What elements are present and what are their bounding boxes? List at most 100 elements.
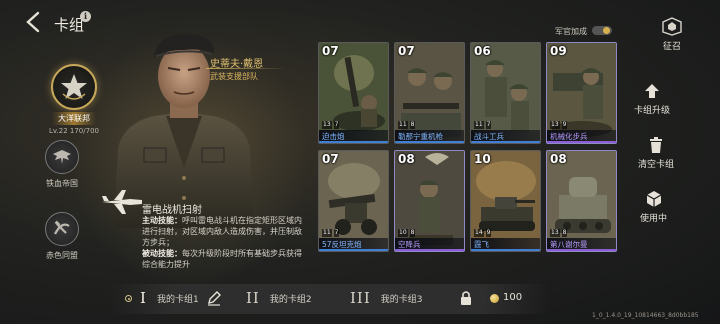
- card-rarity-bar: [319, 141, 388, 143]
- card-rarity-bar: [471, 141, 540, 143]
- card-stat-defense: 8: [561, 229, 568, 237]
- upgrade-arrow-icon: [645, 84, 659, 98]
- lock-icon[interactable]: [460, 290, 472, 306]
- card-stat-attack: 13: [550, 229, 560, 237]
- card-cost: 07: [322, 152, 339, 166]
- card-stat-defense: 7: [333, 229, 340, 237]
- commander-divider: [206, 68, 286, 69]
- card-stat-defense: 9: [485, 229, 492, 237]
- card-rarity-bar: [547, 249, 616, 251]
- faction-level: Lv.22 170/700: [49, 127, 99, 135]
- commander-unit: 武装支援部队: [210, 72, 258, 81]
- info-icon[interactable]: i: [80, 11, 91, 22]
- card-stat-attack: 13: [550, 121, 560, 129]
- card-stat-attack: 13: [322, 121, 332, 129]
- card-stats: 11 7: [474, 121, 492, 129]
- card-cost: 07: [322, 44, 339, 58]
- faction-name: 赤色同盟: [46, 251, 78, 260]
- back-arrow-icon[interactable]: [22, 10, 46, 34]
- hammer-emblem-icon: [45, 212, 79, 246]
- card-cost: 10: [474, 152, 491, 166]
- unit-card[interactable]: 06 11 7 战斗工兵: [470, 42, 541, 144]
- deck-tab-numeral: III: [350, 289, 371, 307]
- card-rarity-bar: [395, 141, 464, 143]
- officer-bonus-toggle[interactable]: [592, 26, 612, 35]
- card-cost: 08: [550, 152, 567, 166]
- card-stats: 14 9: [474, 229, 492, 237]
- card-grid: 07 13 7 迫击炮 07 11 8 勒那宁重机枪 06 11 7 战斗工兵 …: [312, 36, 620, 256]
- faction-iron-empire[interactable]: 铁血帝国: [42, 140, 82, 190]
- unit-card[interactable]: 09 13 9 机械化步兵: [546, 42, 617, 144]
- officer-bonus-label: 军官加成: [555, 27, 587, 36]
- card-stats: 11 7: [322, 229, 340, 237]
- card-cost: 06: [474, 44, 491, 58]
- eagle-emblem-icon: [45, 140, 79, 174]
- clear-deck-label: 清空卡组: [638, 160, 675, 170]
- card-stat-defense: 8: [409, 229, 416, 237]
- in-use-label: 使用中: [640, 214, 668, 224]
- deck-tab-numeral: I: [140, 289, 147, 307]
- deck-tab-1[interactable]: I 我的卡组1: [140, 287, 199, 309]
- summon-label: 征召: [662, 42, 681, 52]
- card-stat-attack: 11: [322, 229, 332, 237]
- unit-card[interactable]: 07 13 7 迫击炮: [318, 42, 389, 144]
- card-rarity-bar: [395, 249, 464, 251]
- unit-card[interactable]: 08 10 8 空降兵: [394, 150, 465, 252]
- faction-level-value: Lv.22: [49, 127, 68, 135]
- deck-upgrade-label: 卡组升级: [634, 106, 671, 116]
- deck-upgrade-button[interactable]: 卡组升级: [634, 82, 670, 116]
- star-emblem-icon: [51, 64, 97, 110]
- trash-icon: [650, 137, 662, 153]
- selected-bullet-icon: [125, 295, 132, 302]
- unlock-cost: 100: [503, 292, 523, 303]
- unit-card[interactable]: 07 11 8 勒那宁重机枪: [394, 42, 465, 144]
- faction-name: 铁血帝国: [46, 179, 78, 188]
- card-rarity-bar: [547, 141, 616, 143]
- skill-name: 雷电战机扫射: [142, 205, 202, 216]
- faction-xp-progress: 170/700: [69, 127, 99, 135]
- card-cost: 08: [398, 152, 415, 166]
- deck-tab-numeral: II: [246, 289, 260, 307]
- card-stat-attack: 14: [474, 229, 484, 237]
- cube-icon: [646, 191, 661, 207]
- deck-tab-3[interactable]: III 我的卡组3: [350, 287, 423, 309]
- deck-tab-2[interactable]: II 我的卡组2: [246, 287, 312, 309]
- rename-pencil-icon[interactable]: [206, 290, 222, 306]
- card-stat-defense: 7: [485, 121, 492, 129]
- card-cost: 09: [550, 44, 567, 58]
- main-skill-label: 主动技能：: [142, 216, 182, 225]
- card-stat-attack: 11: [398, 121, 408, 129]
- deck-tab-label: 我的卡组3: [380, 294, 423, 305]
- card-rarity-bar: [319, 249, 388, 251]
- card-stat-defense: 8: [409, 121, 416, 129]
- faction-allied[interactable]: 大洋联邦 Lv.22 170/700: [44, 64, 104, 135]
- card-stats: 10 8: [398, 229, 416, 237]
- card-stats: 13 8: [550, 229, 568, 237]
- card-stat-defense: 7: [333, 121, 340, 129]
- summon-icon: [662, 17, 682, 36]
- card-cost: 07: [398, 44, 415, 58]
- fighter-plane-icon: [102, 190, 142, 214]
- deck-tab-label: 我的卡组1: [156, 294, 199, 305]
- faction-red-alliance[interactable]: 赤色同盟: [42, 212, 82, 262]
- summon-button[interactable]: 征召: [661, 16, 683, 52]
- card-stats: 13 9: [550, 121, 568, 129]
- skill-description: 主动技能：呼叫雷电战斗机在指定矩形区域内进行扫射，对区域内敌人造成伤害，并压制敌…: [142, 215, 302, 270]
- passive-skill-label: 被动技能：: [142, 249, 182, 258]
- faction-name: 大洋联邦: [52, 112, 96, 125]
- unit-card[interactable]: 08 13 8 第八谢尔曼: [546, 150, 617, 252]
- card-stat-defense: 9: [561, 121, 568, 129]
- version-string: 1_0_1.4.0_19_10814663_8d0bb185: [592, 312, 699, 319]
- card-rarity-bar: [471, 249, 540, 251]
- unit-card[interactable]: 10 14 9 霞飞: [470, 150, 541, 252]
- deck-tab-label: 我的卡组2: [269, 294, 312, 305]
- deck-screen: 卡组 i 大洋联邦 Lv.22 170/700 铁血帝国 赤色同盟 史蒂夫·戴恩…: [0, 0, 720, 324]
- in-use-button[interactable]: 使用中: [640, 190, 667, 224]
- card-stats: 11 8: [398, 121, 416, 129]
- card-stat-attack: 10: [398, 229, 408, 237]
- card-stat-attack: 11: [474, 121, 484, 129]
- clear-deck-button[interactable]: 清空卡组: [638, 136, 674, 170]
- card-stats: 13 7: [322, 121, 340, 129]
- unit-card[interactable]: 07 11 7 57反坦克炮: [318, 150, 389, 252]
- coin-icon: [490, 294, 499, 303]
